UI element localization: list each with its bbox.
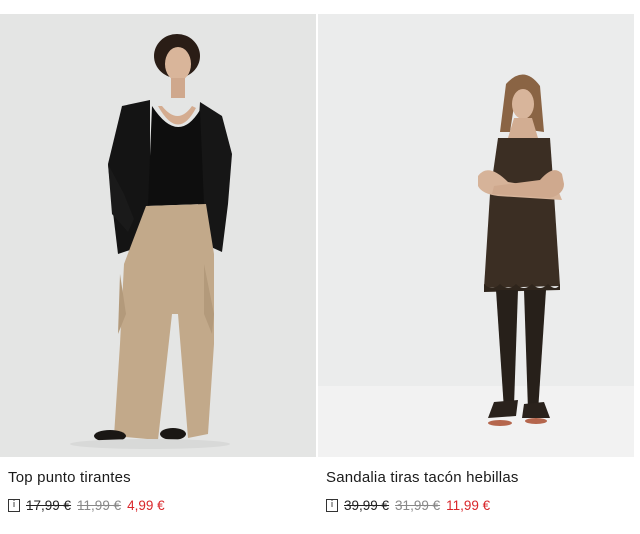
info-icon[interactable]: i [8,499,20,512]
product-card[interactable]: Sandalia tiras tacón hebillas i 39,99 € … [318,14,634,534]
product-image[interactable] [0,14,316,457]
sale-price: 11,99 € [446,498,491,513]
product-title[interactable]: Top punto tirantes [8,469,131,486]
previous-price: 11,99 € [77,498,122,513]
original-price: 39,99 € [344,498,390,513]
price-row: i 17,99 € 11,99 € 4,99 € [8,498,165,513]
previous-price: 31,99 € [395,498,441,513]
info-icon[interactable]: i [326,499,338,512]
sale-price: 4,99 € [127,498,165,513]
price-row: i 39,99 € 31,99 € 11,99 € [326,498,490,513]
product-grid: Top punto tirantes i 17,99 € 11,99 € 4,9… [0,14,640,534]
product-image[interactable] [318,14,634,457]
product-card[interactable]: Top punto tirantes i 17,99 € 11,99 € 4,9… [0,14,316,534]
product-title[interactable]: Sandalia tiras tacón hebillas [326,469,519,486]
original-price: 17,99 € [26,498,72,513]
